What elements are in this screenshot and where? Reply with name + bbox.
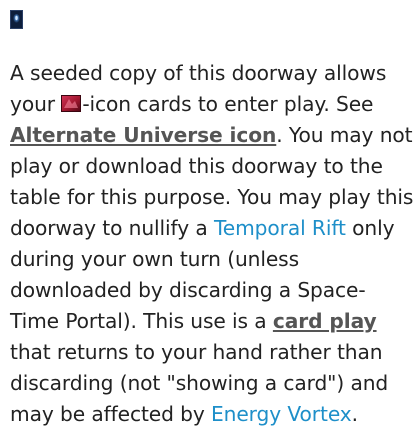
text-part-6: . [351,402,358,426]
doorway-card-icon [10,10,23,29]
alternate-universe-icon [61,95,82,112]
text-part-2: -icon cards to enter play. See [82,92,374,116]
temporal-rift-link[interactable]: Temporal Rift [214,216,346,240]
energy-vortex-link[interactable]: Energy Vortex [211,402,352,426]
rule-text: A seeded copy of this doorway allows you… [10,58,414,430]
alternate-universe-icon-link[interactable]: Alternate Universe icon [10,123,276,147]
card-play-link[interactable]: card play [273,309,377,333]
